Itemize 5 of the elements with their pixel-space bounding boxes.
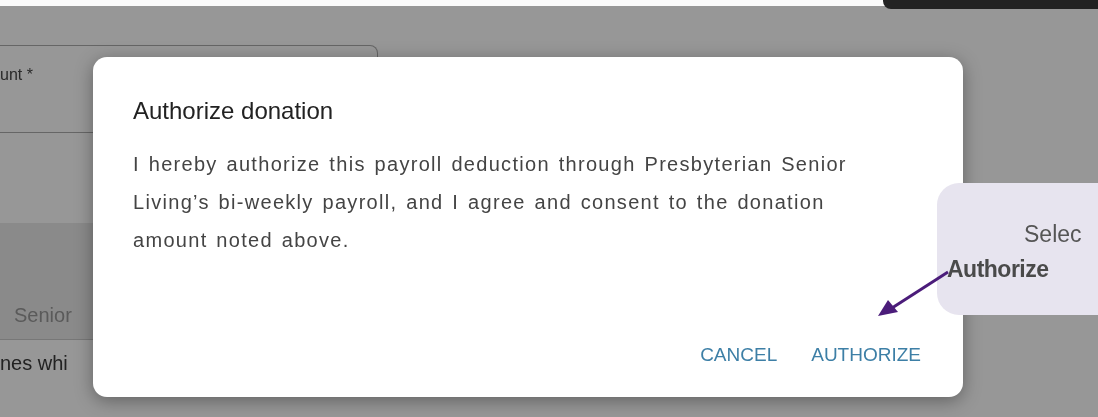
callout-text: Authorize [947, 256, 1049, 283]
callout-text: Selec [1024, 221, 1082, 248]
form-text: nes whi [0, 352, 68, 375]
dialog-title: Authorize donation [133, 97, 334, 125]
dialog-message: I hereby authorize this payroll deduction through Presbyterian Senior Living’s bi-weekly payroll, and I agree and consent to the donation amount noted above. [133, 152, 848, 253]
